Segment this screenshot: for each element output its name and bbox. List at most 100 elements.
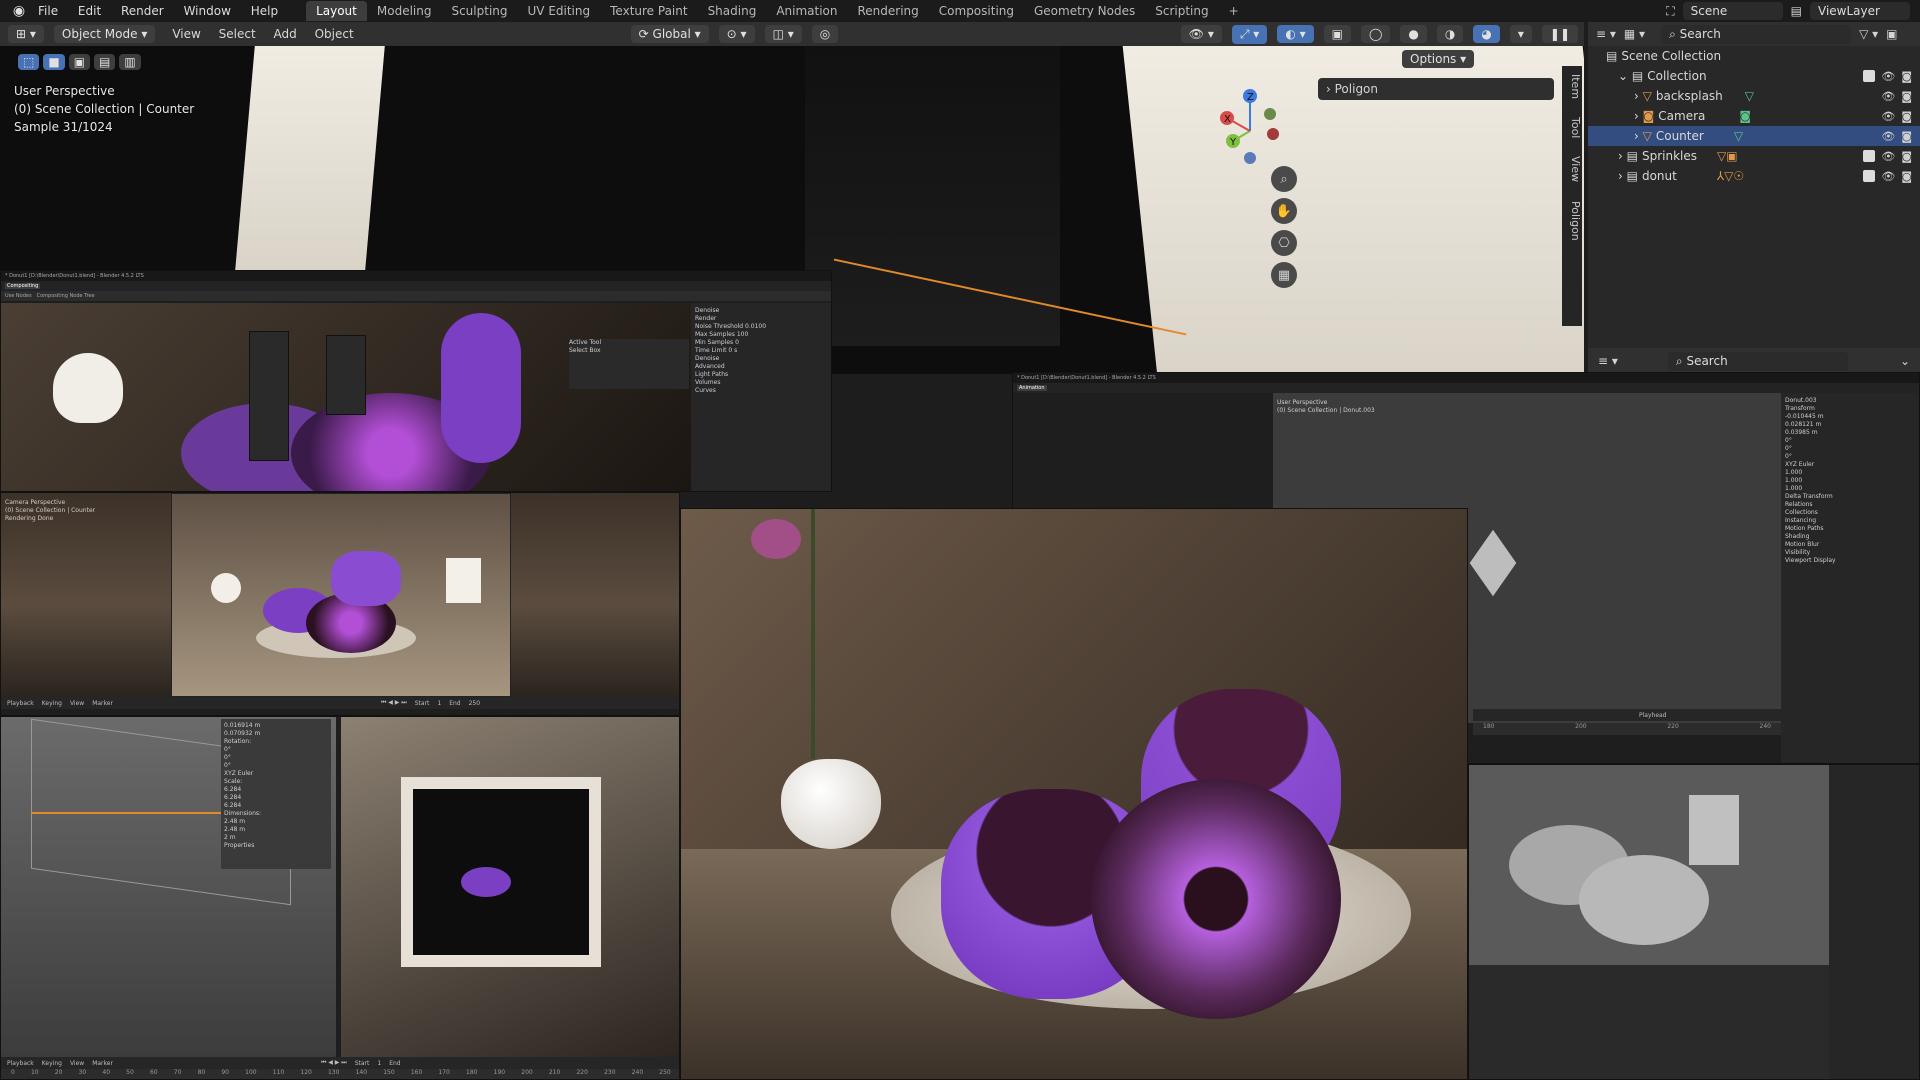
cube-object[interactable]	[1469, 529, 1517, 597]
shading-options[interactable]: ▾	[1509, 25, 1532, 43]
sidebar-tab-item[interactable]: Item	[1562, 74, 1582, 99]
tl-keying[interactable]: Keying	[42, 700, 62, 707]
outliner-row-backsplash[interactable]: › ▽ backsplash ▽ 👁 ◙	[1588, 86, 1920, 106]
min-samples-value[interactable]: 0	[735, 339, 739, 346]
exclude-checkbox[interactable]	[1863, 149, 1876, 162]
outliner-row-sprinkles[interactable]: › ▤ Sprinkles ▽▣ 👁 ◙	[1588, 146, 1920, 166]
tab-shading[interactable]: Shading	[698, 1, 767, 21]
section-viewport-display[interactable]: Viewport Display	[1785, 557, 1917, 565]
outliner-editor-icon[interactable]: ≡ ▾	[1596, 27, 1616, 41]
view-layer-field[interactable]: ViewLayer	[1810, 2, 1910, 20]
rotation-y[interactable]: 0°	[1785, 445, 1917, 453]
snap-button[interactable]: ◫ ▾	[764, 25, 802, 43]
rotation-z[interactable]: 0°	[1785, 453, 1917, 461]
outliner-row-collection[interactable]: ⌄ ▤ Collection 👁 ◙	[1588, 66, 1920, 86]
sidebar-tab-tool[interactable]: Tool	[1562, 117, 1582, 138]
scale-x[interactable]: 1.000	[1785, 469, 1917, 477]
scale-z[interactable]: 1.000	[1785, 485, 1917, 493]
time-limit-value[interactable]: 0 s	[728, 347, 737, 354]
outliner-row-counter[interactable]: › ▽ Counter ▽ 👁 ◙	[1588, 126, 1920, 146]
dim-y[interactable]: 2.48 m	[224, 826, 328, 834]
solid-timeline[interactable]	[1469, 965, 1829, 1079]
render-prop-denoise-2[interactable]: Denoise	[695, 355, 829, 363]
display-mode-icon[interactable]: ▦ ▾	[1624, 27, 1645, 41]
orientation-dropdown[interactable]: ⟳ Global ▾	[630, 25, 709, 43]
scale-x[interactable]: 6.284	[224, 786, 328, 794]
tab-sculpting[interactable]: Sculpting	[441, 1, 517, 21]
properties-subpanel[interactable]: Properties	[224, 842, 328, 850]
mtl-view[interactable]: View	[70, 1060, 84, 1067]
tab-modeling[interactable]: Modeling	[367, 1, 442, 21]
mode-dropdown[interactable]: Object Mode ▾	[53, 25, 156, 43]
tab-scripting[interactable]: Scripting	[1145, 1, 1218, 21]
menu-window[interactable]: Window	[176, 4, 239, 18]
chevron-down-icon[interactable]: ⌄	[1900, 354, 1920, 368]
expand-icon[interactable]: ⌄	[1618, 69, 1632, 83]
shading-wireframe[interactable]: ◯	[1360, 25, 1391, 43]
shading-material[interactable]: ◑	[1436, 25, 1464, 43]
section-shading[interactable]: Shading	[1785, 533, 1917, 541]
mtl-marker[interactable]: Marker	[92, 1060, 113, 1067]
mtl-playback[interactable]: Playback	[7, 1060, 34, 1067]
mini-tab-animation[interactable]: Animation	[1017, 385, 1047, 391]
scale-y[interactable]: 6.284	[224, 794, 328, 802]
menu-view[interactable]: View	[165, 27, 207, 41]
zoom-icon[interactable]: ⌕	[1271, 166, 1297, 192]
mtl-start-value[interactable]: 1	[377, 1060, 381, 1067]
gizmo-toggle[interactable]: ⤢ ▾	[1231, 24, 1268, 44]
rot-mode[interactable]: XYZ Euler	[224, 770, 328, 778]
max-samples-row[interactable]: Max Samples 100	[695, 331, 829, 339]
tl-end-value[interactable]: 250	[469, 700, 480, 707]
max-samples-value[interactable]: 100	[737, 331, 748, 338]
filter-icon[interactable]: ▽ ▾	[1859, 27, 1878, 41]
section-delta-transform[interactable]: Delta Transform	[1785, 493, 1917, 501]
tab-animation[interactable]: Animation	[766, 1, 847, 21]
expand-icon[interactable]: ›	[1634, 89, 1643, 103]
dim-x[interactable]: 2.48 m	[224, 818, 328, 826]
mtl-play-controls[interactable]: ⏮ ◀ ▶ ⏭	[321, 1059, 347, 1067]
render-prop-advanced[interactable]: Advanced	[695, 363, 829, 371]
scene-field[interactable]: Scene	[1682, 2, 1783, 20]
camera-render-icon[interactable]: ◙	[1901, 130, 1912, 143]
render-prop-render[interactable]: Render	[695, 315, 829, 323]
section-relations[interactable]: Relations	[1785, 501, 1917, 509]
dim-z[interactable]: 2 m	[224, 834, 328, 842]
shading-solid[interactable]: ●	[1400, 25, 1427, 43]
eye-icon[interactable]: 👁	[1881, 170, 1895, 183]
location-x[interactable]: -0.010445 m	[1785, 413, 1917, 421]
menu-add[interactable]: Add	[267, 27, 304, 41]
tab-uv-editing[interactable]: UV Editing	[518, 1, 601, 21]
location-y[interactable]: 0.028121 m	[1785, 421, 1917, 429]
expand-icon[interactable]: ›	[1618, 169, 1627, 183]
outliner-row-donut[interactable]: › ▤ donut ⅄▽☉ 👁 ◙	[1588, 166, 1920, 186]
tab-layout[interactable]: Layout	[306, 1, 367, 21]
loc-z-value[interactable]: 0.070932 m	[224, 730, 328, 738]
scene-collection-row[interactable]: ▤ Scene Collection	[1588, 46, 1920, 66]
node-group[interactable]	[249, 331, 289, 461]
pivot-button[interactable]: ⊙ ▾	[718, 25, 755, 43]
render-prop-denoise[interactable]: Denoise	[695, 307, 829, 315]
blender-logo-icon[interactable]: ◉	[8, 0, 30, 22]
camera-view-icon[interactable]: ⎔	[1271, 230, 1297, 256]
section-collections[interactable]: Collections	[1785, 509, 1917, 517]
eye-icon[interactable]: 👁	[1881, 130, 1895, 143]
gizmo-neg-y[interactable]	[1264, 108, 1276, 120]
xray-button[interactable]: ▣	[1323, 25, 1351, 43]
pan-hand-icon[interactable]: ✋	[1271, 198, 1297, 224]
exclude-checkbox[interactable]	[1863, 69, 1876, 82]
camera-render-icon[interactable]: ◙	[1901, 70, 1912, 83]
render-prop-volumes[interactable]: Volumes	[695, 379, 829, 387]
new-collection-icon[interactable]: ▣	[1886, 27, 1897, 41]
tl-playback[interactable]: Playback	[7, 700, 34, 707]
properties-editor-icon[interactable]: ≡ ▾	[1598, 354, 1618, 368]
playhead-label[interactable]: Playhead	[1639, 712, 1667, 719]
object-name-field[interactable]: Donut.003	[1785, 397, 1917, 405]
camera-render-icon[interactable]: ◙	[1901, 150, 1912, 163]
scale-z[interactable]: 6.284	[224, 802, 328, 810]
mini-tab-compositing[interactable]: Compositing	[5, 283, 41, 289]
outliner-row-camera[interactable]: › ◙ Camera ◙ 👁 ◙	[1588, 106, 1920, 126]
use-nodes-toggle[interactable]: Use Nodes	[5, 293, 32, 299]
rot-x[interactable]: 0°	[224, 746, 328, 754]
time-limit-row[interactable]: Time Limit 0 s	[695, 347, 829, 355]
outliner-search[interactable]: ⌕ Search	[1661, 24, 1852, 44]
